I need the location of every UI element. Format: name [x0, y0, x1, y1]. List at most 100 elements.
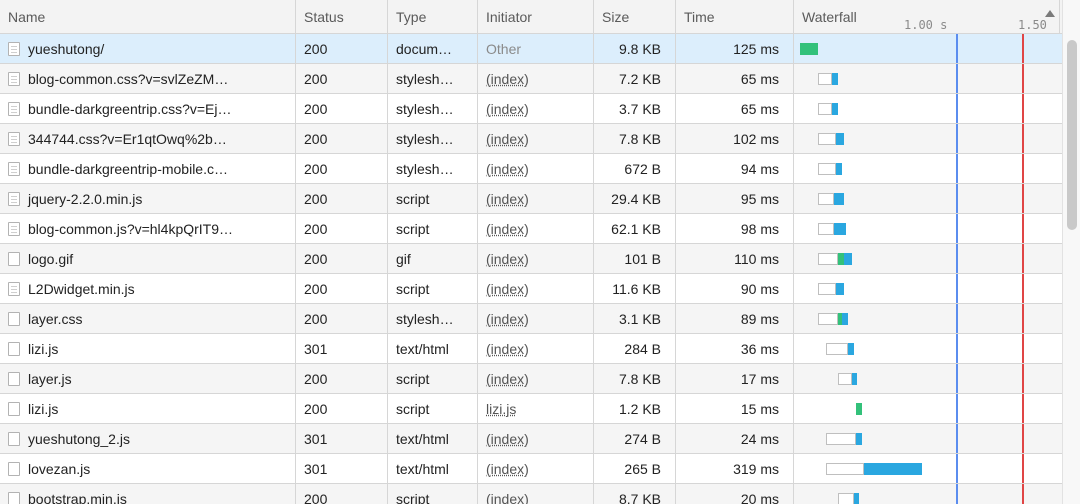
request-name: jquery-2.2.0.min.js — [28, 191, 142, 207]
vertical-scrollbar[interactable] — [1062, 0, 1080, 504]
request-name: yueshutong_2.js — [28, 431, 130, 447]
timing-bar-blue — [832, 103, 838, 115]
load-line — [1022, 214, 1024, 243]
timing-bar-wait — [818, 73, 832, 85]
time-cell: 102 ms — [676, 124, 794, 153]
table-row[interactable]: blog-common.css?v=svlZeZM…200stylesh…(in… — [0, 64, 1062, 94]
domcontentloaded-line — [956, 124, 958, 153]
load-line — [1022, 244, 1024, 273]
sort-ascending-icon — [1045, 10, 1055, 17]
initiator-link[interactable]: (index) — [486, 281, 529, 297]
status-cell: 200 — [296, 34, 388, 63]
request-name: blog-common.css?v=svlZeZM… — [28, 71, 228, 87]
time-cell: 98 ms — [676, 214, 794, 243]
timing-bar-wait — [826, 343, 848, 355]
table-row[interactable]: yueshutong_2.js301text/html(index)274 B2… — [0, 424, 1062, 454]
timing-bar-wait — [818, 283, 836, 295]
type-cell: script — [388, 214, 478, 243]
document-icon — [8, 312, 20, 326]
domcontentloaded-line — [956, 94, 958, 123]
initiator-link[interactable]: (index) — [486, 161, 529, 177]
table-row[interactable]: yueshutong/200docum…Other9.8 KB125 ms — [0, 34, 1062, 64]
timing-bar-wait — [826, 433, 856, 445]
request-name: 344744.css?v=Er1qtOwq%2b… — [28, 131, 227, 147]
request-name: lovezan.js — [28, 461, 90, 477]
initiator-link[interactable]: (index) — [486, 461, 529, 477]
waterfall-cell — [794, 334, 1060, 363]
initiator-link[interactable]: (index) — [486, 191, 529, 207]
document-icon — [8, 132, 20, 146]
timing-bar-blue — [834, 193, 844, 205]
time-cell: 17 ms — [676, 364, 794, 393]
table-row[interactable]: bundle-darkgreentrip.css?v=Ej…200stylesh… — [0, 94, 1062, 124]
waterfall-cell — [794, 244, 1060, 273]
time-cell: 36 ms — [676, 334, 794, 363]
time-cell: 95 ms — [676, 184, 794, 213]
initiator-link[interactable]: lizi.js — [486, 401, 516, 417]
initiator-link[interactable]: (index) — [486, 341, 529, 357]
timing-bar-blue — [854, 493, 859, 504]
col-header-time[interactable]: Time — [676, 0, 794, 33]
table-row[interactable]: logo.gif200gif(index)101 B110 ms — [0, 244, 1062, 274]
col-header-waterfall[interactable]: Waterfall 1.00 s 1.50 — [794, 0, 1060, 33]
initiator-link[interactable]: (index) — [486, 71, 529, 87]
waterfall-cell — [794, 454, 1060, 483]
status-cell: 301 — [296, 424, 388, 453]
col-header-name[interactable]: Name — [0, 0, 296, 33]
request-name: lizi.js — [28, 341, 58, 357]
size-cell: 7.2 KB — [594, 64, 676, 93]
initiator-link[interactable]: (index) — [486, 101, 529, 117]
size-cell: 3.7 KB — [594, 94, 676, 123]
document-icon — [8, 252, 20, 266]
timing-bar-wait — [818, 163, 836, 175]
waterfall-tick-1: 1.00 s — [904, 8, 947, 33]
type-cell: text/html — [388, 424, 478, 453]
document-icon — [8, 372, 20, 386]
table-row[interactable]: bootstrap.min.js200script(index)8.7 KB20… — [0, 484, 1062, 504]
col-header-size[interactable]: Size — [594, 0, 676, 33]
load-line — [1022, 154, 1024, 183]
time-cell: 110 ms — [676, 244, 794, 273]
document-icon — [8, 462, 20, 476]
table-row[interactable]: layer.js200script(index)7.8 KB17 ms — [0, 364, 1062, 394]
table-row[interactable]: 344744.css?v=Er1qtOwq%2b…200stylesh…(ind… — [0, 124, 1062, 154]
load-line — [1022, 424, 1024, 453]
table-row[interactable]: jquery-2.2.0.min.js200script(index)29.4 … — [0, 184, 1062, 214]
size-cell: 11.6 KB — [594, 274, 676, 303]
load-line — [1022, 304, 1024, 333]
type-cell: script — [388, 184, 478, 213]
type-cell: script — [388, 364, 478, 393]
table-row[interactable]: blog-common.js?v=hl4kpQrIT9…200script(in… — [0, 214, 1062, 244]
load-line — [1022, 454, 1024, 483]
type-cell: script — [388, 274, 478, 303]
initiator-link[interactable]: (index) — [486, 131, 529, 147]
initiator-link[interactable]: (index) — [486, 251, 529, 267]
initiator-link[interactable]: (index) — [486, 371, 529, 387]
initiator-link[interactable]: (index) — [486, 221, 529, 237]
timing-bar-blue — [864, 463, 922, 475]
initiator-link[interactable]: (index) — [486, 431, 529, 447]
domcontentloaded-line — [956, 34, 958, 63]
table-row[interactable]: lovezan.js301text/html(index)265 B319 ms — [0, 454, 1062, 484]
col-header-status[interactable]: Status — [296, 0, 388, 33]
table-row[interactable]: lizi.js200scriptlizi.js1.2 KB15 ms — [0, 394, 1062, 424]
request-name: logo.gif — [28, 251, 73, 267]
timing-bar-wait — [818, 223, 834, 235]
table-row[interactable]: layer.css200stylesh…(index)3.1 KB89 ms — [0, 304, 1062, 334]
timing-bar-blue — [842, 313, 848, 325]
time-cell: 125 ms — [676, 34, 794, 63]
table-row[interactable]: lizi.js301text/html(index)284 B36 ms — [0, 334, 1062, 364]
status-cell: 200 — [296, 484, 388, 504]
scrollbar-thumb[interactable] — [1067, 40, 1077, 230]
time-cell: 20 ms — [676, 484, 794, 504]
document-icon — [8, 222, 20, 236]
document-icon — [8, 72, 20, 86]
size-cell: 8.7 KB — [594, 484, 676, 504]
col-header-initiator[interactable]: Initiator — [478, 0, 594, 33]
initiator-link[interactable]: (index) — [486, 491, 529, 504]
table-row[interactable]: bundle-darkgreentrip-mobile.c…200stylesh… — [0, 154, 1062, 184]
table-row[interactable]: L2Dwidget.min.js200script(index)11.6 KB9… — [0, 274, 1062, 304]
size-cell: 265 B — [594, 454, 676, 483]
initiator-link[interactable]: (index) — [486, 311, 529, 327]
col-header-type[interactable]: Type — [388, 0, 478, 33]
